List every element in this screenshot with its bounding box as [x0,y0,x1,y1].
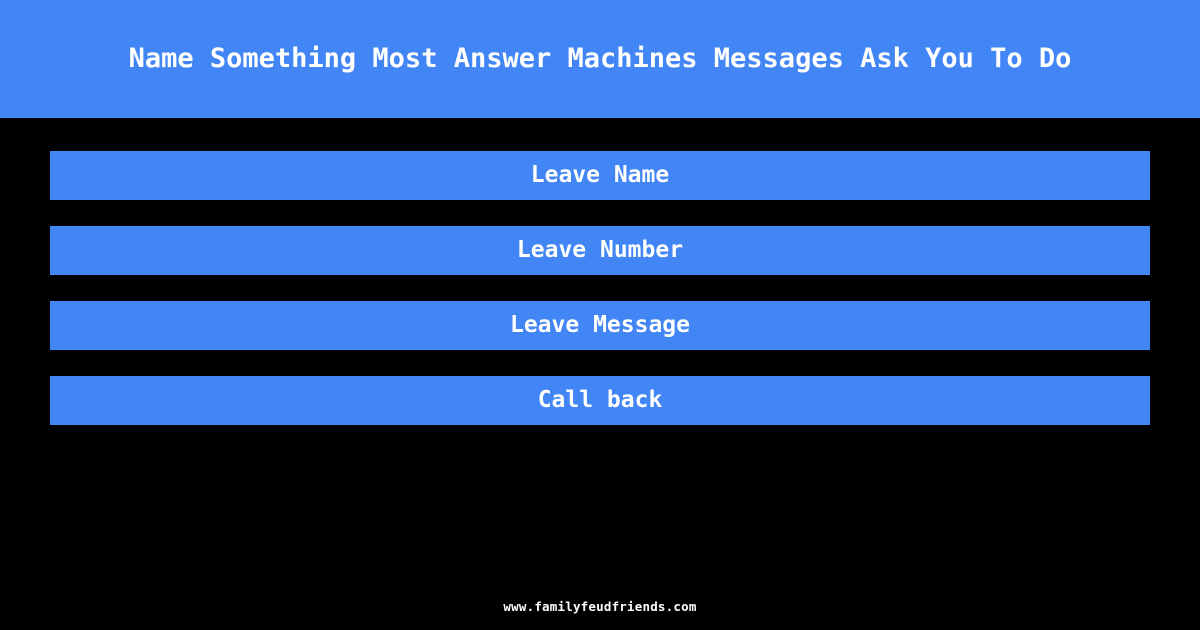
answer-label: Leave Number [516,237,684,263]
answers-list: Leave Name Leave Number Leave Message Ca… [50,151,1150,425]
question-title: Name Something Most Answer Machines Mess… [128,43,1072,75]
site-url[interactable]: www.familyfeudfriends.com [503,600,696,614]
answer-label: Call back [537,387,663,413]
footer: www.familyfeudfriends.com [0,596,1200,618]
answer-row[interactable]: Leave Message [50,301,1150,350]
question-banner: Name Something Most Answer Machines Mess… [0,0,1200,118]
answer-label: Leave Message [509,312,690,338]
survey-card: Name Something Most Answer Machines Mess… [0,0,1200,630]
answer-row[interactable]: Leave Number [50,226,1150,275]
answer-row[interactable]: Call back [50,376,1150,425]
answer-label: Leave Name [530,162,670,188]
answer-row[interactable]: Leave Name [50,151,1150,200]
